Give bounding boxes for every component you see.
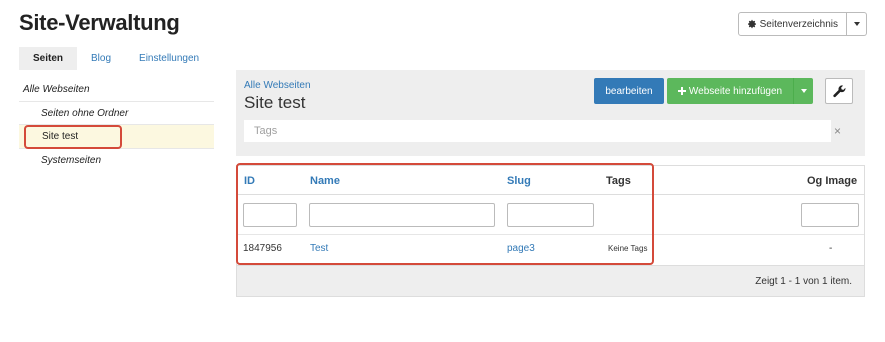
filter-id-input[interactable]	[243, 203, 297, 227]
column-header-og-image: Og Image	[807, 175, 858, 187]
folder-panel-header: Alle Webseiten Site test bearbeiten Webs…	[236, 70, 865, 156]
pages-grid: ID Name Slug Tags Og Image 1847956 Test …	[236, 165, 865, 297]
chevron-down-icon	[853, 22, 860, 26]
sitemap-dropdown-toggle[interactable]	[847, 12, 867, 36]
chevron-down-icon	[800, 89, 807, 93]
plus-icon	[677, 87, 686, 95]
sitemap-button-group: Seitenverzeichnis	[737, 12, 867, 36]
tab-blog[interactable]: Blog	[77, 47, 125, 70]
table-row: 1847956 Test page3 Keine Tags -	[237, 234, 864, 262]
cell-id: 1847956	[243, 243, 282, 254]
edit-button[interactable]: bearbeiten	[594, 78, 664, 104]
filter-name-input[interactable]	[309, 203, 495, 227]
tab-settings[interactable]: Einstellungen	[125, 47, 213, 70]
sitemap-button[interactable]: Seitenverzeichnis	[737, 12, 847, 36]
pager-info: Zeigt 1 - 1 von 1 item.	[755, 276, 852, 287]
sitemap-button-label: Seitenverzeichnis	[759, 18, 838, 30]
sidebar-item-site-test[interactable]: Site test	[19, 125, 214, 149]
column-header-id[interactable]: ID	[244, 175, 255, 187]
add-page-dropdown-toggle[interactable]	[793, 78, 813, 104]
clear-tags-icon[interactable]: ×	[834, 124, 841, 138]
page-title: Site-Verwaltung	[19, 10, 180, 35]
grid-header: ID Name Slug Tags Og Image	[237, 166, 864, 195]
column-header-name[interactable]: Name	[310, 175, 340, 187]
cell-og-image: -	[829, 243, 833, 254]
main-tabs: Seiten Blog Einstellungen	[19, 47, 213, 70]
sidebar-item-pages-without-folder[interactable]: Seiten ohne Ordner	[19, 102, 214, 125]
sidebar-item-system-pages[interactable]: Systemseiten	[19, 149, 214, 173]
filter-slug-input[interactable]	[507, 203, 594, 227]
wrench-icon	[832, 84, 845, 97]
gear-icon	[747, 19, 756, 29]
cell-name-link[interactable]: Test	[310, 243, 328, 254]
add-page-button-label: Webseite hinzufügen	[688, 85, 783, 97]
add-page-button[interactable]: Webseite hinzufügen	[667, 78, 793, 104]
folder-title: Site test	[244, 93, 306, 112]
tags-input[interactable]	[244, 120, 831, 142]
breadcrumb[interactable]: Alle Webseiten	[244, 80, 311, 91]
column-header-tags: Tags	[606, 175, 631, 187]
grid-footer: Zeigt 1 - 1 von 1 item.	[237, 265, 864, 296]
cell-tags: Keine Tags	[608, 244, 648, 253]
tools-button[interactable]	[825, 78, 853, 104]
folder-sidebar: Alle Webseiten Seiten ohne Ordner Site t…	[19, 78, 214, 172]
filter-og-image-input[interactable]	[801, 203, 859, 227]
tab-pages[interactable]: Seiten	[19, 47, 78, 70]
sidebar-item-all-pages[interactable]: Alle Webseiten	[19, 78, 214, 102]
column-header-slug[interactable]: Slug	[507, 175, 531, 187]
cell-slug-link[interactable]: page3	[507, 243, 535, 254]
